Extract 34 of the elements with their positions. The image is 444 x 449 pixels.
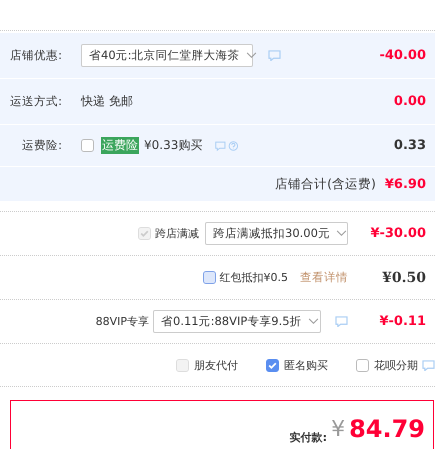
field-label: 运费险:: [21, 138, 62, 153]
amount: 0.00: [394, 94, 426, 109]
chat-icon[interactable]: [335, 316, 348, 327]
amount: -40.00: [379, 48, 426, 63]
checkbox[interactable]: [356, 358, 369, 372]
payment-amount: 84.79: [349, 415, 425, 443]
checkbox-label: 朋友代付: [194, 358, 238, 372]
insurance-tag: 运费险: [101, 137, 139, 154]
vip-select[interactable]: 省0.11元:88VIP专享9.5折: [153, 310, 321, 333]
chat-icon[interactable]: [268, 50, 281, 61]
chat-icon[interactable]: [422, 360, 435, 370]
field-label: 88VIP专享: [96, 314, 149, 329]
checkbox-label: 花呗分期: [374, 358, 418, 372]
amount: ¥-0.11: [378, 314, 426, 329]
field-label: 店铺优惠:: [9, 48, 62, 63]
caret-icon: [336, 230, 347, 237]
checkbox[interactable]: [266, 358, 279, 372]
checkbox-label: 跨店满减: [155, 226, 199, 241]
amount: 0.33: [394, 138, 426, 153]
currency-sign: ¥: [331, 417, 346, 442]
checkbox-label: 匿名购买: [284, 358, 328, 372]
checkbox[interactable]: [202, 271, 216, 284]
field-label: 运送方式:: [9, 94, 62, 109]
checkbox[interactable]: [81, 139, 94, 152]
store-total-label: 店铺合计(含运费): [275, 176, 376, 192]
checkbox-label: 红包抵扣¥0.5: [220, 270, 288, 285]
store-total-amount: ¥6.90: [384, 176, 426, 192]
amount: ¥0.50: [381, 270, 426, 286]
amount: ¥-30.00: [369, 226, 426, 241]
caret-icon: [308, 318, 319, 325]
payment-label: 实付款:: [290, 430, 328, 445]
caret-icon: [246, 52, 257, 59]
shipping-method: 快递 免邮: [81, 93, 133, 110]
insurance-price: ¥0.33购买: [144, 137, 202, 154]
